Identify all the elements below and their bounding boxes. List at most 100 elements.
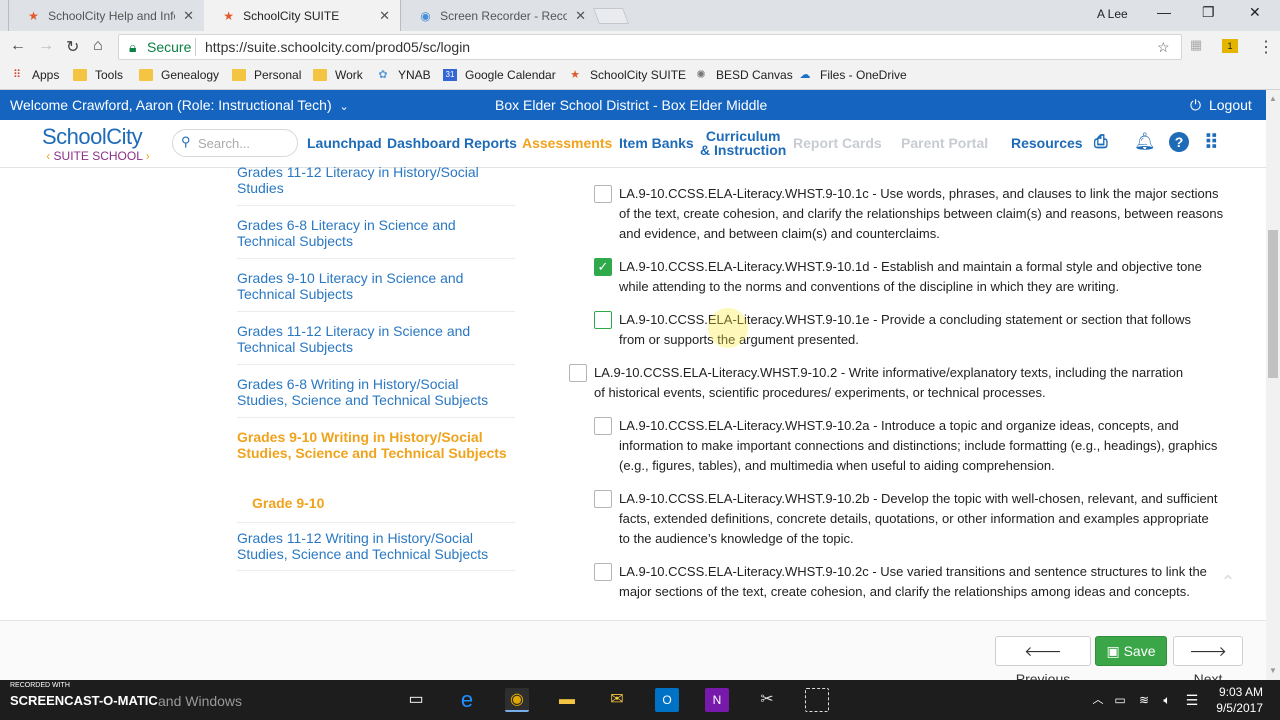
standard-checkbox[interactable] (594, 417, 612, 435)
screen-capture-icon[interactable] (805, 688, 829, 712)
close-window-icon[interactable]: ✕ (1249, 4, 1261, 21)
welcome-text: Welcome Crawford, Aaron (Role: Instructi… (10, 97, 332, 113)
category-link[interactable]: Grades 6-8 Literacy in Science and Techn… (237, 217, 507, 249)
logout-button[interactable]: ⏻ Logout (1190, 97, 1252, 114)
close-tab-icon[interactable]: ✕ (183, 8, 194, 24)
extension-badge-icon[interactable]: 1 (1222, 39, 1238, 53)
close-tab-icon[interactable]: ✕ (379, 8, 390, 24)
omnibox[interactable]: 🔒︎ Secure https://suite.schoolcity.com/p… (118, 34, 1182, 60)
wifi-icon[interactable]: ≋ (1132, 688, 1156, 712)
page-scrollbar[interactable]: ▲ ▼ (1266, 90, 1280, 680)
back-icon[interactable]: ← (10, 37, 26, 55)
standard-checkbox[interactable] (569, 364, 587, 382)
standard-checkbox[interactable] (594, 311, 612, 329)
menu-icon[interactable]: ⋮ (1258, 37, 1274, 57)
category-link-active[interactable]: Grades 9-10 Writing in History/Social St… (237, 429, 507, 461)
browser-tab-suite[interactable]: ★ SchoolCity SUITE ✕ (204, 0, 400, 31)
watermark-brand: SCREENCAST-O-MATIC (10, 693, 158, 708)
scroll-up-icon[interactable]: ▲ (1269, 94, 1277, 103)
close-tab-icon[interactable]: ✕ (575, 8, 586, 24)
clock[interactable]: 9:03 AM 9/5/2017 (1205, 684, 1263, 716)
previous-button[interactable]: 🡐 Previous (995, 636, 1091, 687)
new-tab-button[interactable] (593, 8, 629, 24)
standard-checkbox[interactable] (594, 185, 612, 203)
star-icon[interactable]: ☆ (1157, 39, 1170, 56)
chevron-right-icon: › (145, 149, 150, 163)
nav-launchpad[interactable]: Launchpad (307, 135, 382, 151)
bookmark-google-calendar[interactable]: 31 Google Calendar (443, 68, 556, 82)
standard-checkbox[interactable] (594, 490, 612, 508)
bookmark-apps[interactable]: ⠿ Apps (10, 68, 59, 82)
district-school-label[interactable]: Box Elder School District - Box Elder Mi… (495, 97, 767, 113)
category-link[interactable]: Grades 6-8 Writing in History/Social Stu… (237, 376, 507, 408)
folder-icon[interactable]: ✉ (605, 688, 629, 712)
home-icon[interactable]: ⌂ (93, 37, 103, 55)
browser-user-name[interactable]: A Lee (1097, 7, 1128, 21)
welcome-menu[interactable]: Welcome Crawford, Aaron (Role: Instructi… (10, 97, 349, 113)
save-icon: ▣ (1106, 643, 1120, 659)
divider (237, 570, 515, 571)
bookmark-onedrive[interactable]: ☁ Files - OneDrive (798, 68, 907, 82)
bookmark-label: YNAB (398, 68, 431, 82)
category-link[interactable]: Grades 9-10 Literacy in Science and Tech… (237, 270, 507, 302)
standard-checkbox[interactable] (594, 563, 612, 581)
save-button[interactable]: ▣ Save (1095, 636, 1167, 666)
notification-icon[interactable]: ☰ (1180, 688, 1204, 712)
divider (237, 205, 515, 206)
onenote-icon[interactable]: N (705, 688, 729, 712)
standard-text: LA.9-10.CCSS.ELA-Literacy.WHST.9-10.2a -… (619, 418, 1218, 473)
restore-icon[interactable]: ❐ (1202, 4, 1215, 21)
recorder-icon: ◉ (420, 8, 431, 23)
reload-icon[interactable]: ↻ (66, 37, 79, 57)
nav-dashboard-reports[interactable]: Dashboard Reports (387, 135, 517, 151)
next-button[interactable]: 🡒 Next (1173, 636, 1243, 687)
search-input[interactable]: ⚲ Search... (172, 129, 298, 157)
nav-curriculum-instruction[interactable]: Curriculum & Instruction (700, 129, 786, 157)
file-explorer-icon[interactable]: ▬ (555, 688, 579, 712)
minimize-icon[interactable]: — (1157, 4, 1171, 20)
bookmark-label: Tools (95, 68, 124, 82)
bookmark-work[interactable]: Work (313, 68, 363, 82)
category-link[interactable]: Grades 11-12 Writing in History/Social S… (237, 530, 507, 562)
schoolcity-logo[interactable]: SchoolCity ‹ SUITE SCHOOL › (42, 125, 154, 164)
scroll-to-top-icon[interactable]: ⌃ (1213, 568, 1243, 598)
category-link[interactable]: Grades 11-12 Literacy in Science and Tec… (237, 323, 507, 355)
folder-icon (313, 69, 327, 81)
nav-assessments[interactable]: Assessments (522, 135, 612, 151)
help-icon[interactable]: ? (1169, 132, 1189, 152)
standard-checkbox-checked[interactable]: ✓ (594, 258, 612, 276)
browser-tab-help[interactable]: ★ SchoolCity Help and Info ✕ (8, 0, 204, 31)
bookmark-ynab[interactable]: ✿ YNAB (376, 68, 431, 82)
bookmark-besd-canvas[interactable]: ✺ BESD Canvas (694, 68, 792, 82)
taskbar-search-text[interactable]: and Windows (158, 693, 242, 709)
outlook-icon[interactable]: O (655, 688, 679, 712)
nav-item-banks[interactable]: Item Banks (619, 135, 694, 151)
category-link[interactable]: Grades 11-12 Literacy in History/Social … (237, 164, 507, 196)
forward-icon[interactable]: → (38, 37, 54, 55)
grade-link-active[interactable]: Grade 9-10 (252, 495, 522, 511)
chrome-icon[interactable]: ◉ (505, 688, 529, 712)
bookmark-tools[interactable]: Tools (73, 68, 123, 82)
print-icon[interactable]: ⎙ (1094, 132, 1108, 152)
extension-icon[interactable]: ▦ (1190, 37, 1202, 53)
bookmark-genealogy[interactable]: Genealogy (139, 68, 219, 82)
nav-report-cards[interactable]: Report Cards (793, 135, 882, 151)
scrollbar-thumb[interactable] (1268, 230, 1278, 378)
battery-icon[interactable]: ▭ (1108, 688, 1132, 712)
nav-parent-portal[interactable]: Parent Portal (901, 135, 988, 151)
volume-icon[interactable]: 🔈︎ (1155, 688, 1179, 712)
bookmark-personal[interactable]: Personal (232, 68, 301, 82)
edge-icon[interactable]: e (455, 688, 479, 712)
browser-tab-recorder[interactable]: ◉ Screen Recorder - Reco ✕ (400, 0, 596, 31)
snipping-tool-icon[interactable]: ✂ (755, 688, 779, 712)
bell-icon[interactable]: 🔔︎ (1134, 132, 1156, 152)
bookmark-schoolcity[interactable]: ★ SchoolCity SUITE (568, 68, 686, 82)
apps-grid-icon[interactable]: ⠿ (1204, 130, 1219, 155)
chevron-up-icon[interactable]: ︿ (1086, 688, 1110, 712)
task-view-icon[interactable]: ▭ (404, 688, 428, 712)
nav-resources[interactable]: Resources (1011, 135, 1083, 151)
scroll-down-icon[interactable]: ▼ (1269, 666, 1277, 675)
standard-text: LA.9-10.CCSS.ELA-Literacy.WHST.9-10.2c -… (619, 564, 1207, 599)
url-text[interactable]: https://suite.schoolcity.com/prod05/sc/l… (205, 39, 470, 55)
cloud-icon: ☁ (799, 69, 811, 81)
